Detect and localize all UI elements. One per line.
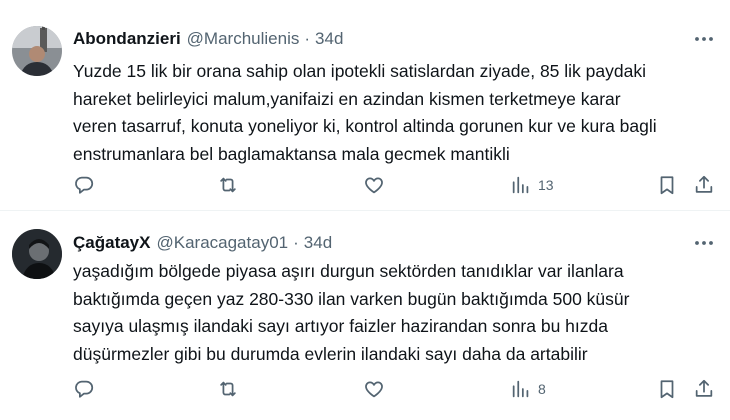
- tweet-time[interactable]: 34d: [315, 29, 343, 48]
- heart-icon: [365, 381, 383, 398]
- like-button[interactable]: [363, 173, 385, 197]
- tweet: Abondanzieri @Marchulienis · 34d Yuzde 15 l…: [0, 0, 730, 210]
- views-button[interactable]: 8: [510, 377, 546, 401]
- tweet-text-line: düşürmezler gibi bu durumda evlerin ilan…: [73, 343, 588, 364]
- tweet-text: yaşadığım bölgede piyasa aşırı durgun se…: [73, 258, 723, 368]
- views-chart-icon: [512, 380, 529, 398]
- separator-dot: ·: [304, 29, 311, 48]
- share-icon: [695, 379, 713, 397]
- separator-dot: ·: [293, 233, 299, 252]
- tweet-text-line: veren tasarruf, konuta yoneliyor ki, kon…: [73, 116, 657, 136]
- views-count: 8: [538, 381, 546, 397]
- tweet-text-line: baktığımda geçen yaz 280-330 ilan varken…: [73, 288, 630, 309]
- tweet: ÇağatayX @Karacagatay01 · 34d yaşadığım böl…: [0, 211, 730, 420]
- retweet-icon: [220, 177, 236, 193]
- tweet-text: Yuzde 15 lik bir orana sahip olan ipotek…: [73, 58, 723, 168]
- share-button[interactable]: [693, 377, 715, 401]
- views-chart-icon: [512, 176, 529, 194]
- share-icon: [695, 175, 713, 193]
- tweet-header: Abondanzieri @Marchulienis · 34d: [73, 27, 343, 51]
- tweet-text-line: Yuzde 15 lik bir orana sahip olan ipotek…: [73, 61, 646, 81]
- bookmark-button[interactable]: [656, 173, 678, 197]
- more-dots-icon[interactable]: [692, 27, 716, 51]
- more-dots-icon[interactable]: [692, 231, 716, 255]
- tweet-header: ÇağatayX @Karacagatay01 · 34d: [73, 231, 332, 255]
- tweet-time[interactable]: 34d: [304, 233, 332, 252]
- bookmark-icon: [660, 380, 674, 399]
- views-button[interactable]: 13: [510, 173, 554, 197]
- reply-icon: [75, 380, 94, 398]
- avatar[interactable]: [12, 229, 62, 279]
- tweet-text-line: hareket belirleyici malum,yanifaizi en a…: [73, 88, 621, 109]
- views-count: 13: [538, 177, 554, 193]
- bookmark-button[interactable]: [656, 377, 678, 401]
- retweet-button[interactable]: [217, 377, 239, 401]
- share-button[interactable]: [693, 173, 715, 197]
- tweet-text-line: enstrumanlara bel baglamaktansa mala gec…: [73, 143, 510, 164]
- tweet-text-line: yaşadığım bölgede piyasa aşırı durgun se…: [73, 261, 624, 281]
- author-name[interactable]: ÇağatayX: [73, 233, 150, 252]
- retweet-icon: [220, 381, 236, 397]
- avatar[interactable]: [12, 26, 62, 76]
- heart-icon: [365, 177, 383, 194]
- bookmark-icon: [660, 176, 674, 195]
- tweet-text-line: sayıya ulaşmış ilandaki sayı artıyor fai…: [73, 316, 608, 336]
- author-handle[interactable]: @Karacagatay01: [156, 233, 288, 252]
- author-name[interactable]: Abondanzieri: [73, 29, 181, 48]
- reply-icon: [75, 176, 94, 194]
- like-button[interactable]: [363, 377, 385, 401]
- author-handle[interactable]: @Marchulienis: [187, 29, 300, 48]
- action-bar: 13: [0, 170, 730, 200]
- reply-button[interactable]: [73, 377, 95, 401]
- retweet-button[interactable]: [217, 173, 239, 197]
- action-bar: 8: [0, 374, 730, 404]
- reply-button[interactable]: [73, 173, 95, 197]
